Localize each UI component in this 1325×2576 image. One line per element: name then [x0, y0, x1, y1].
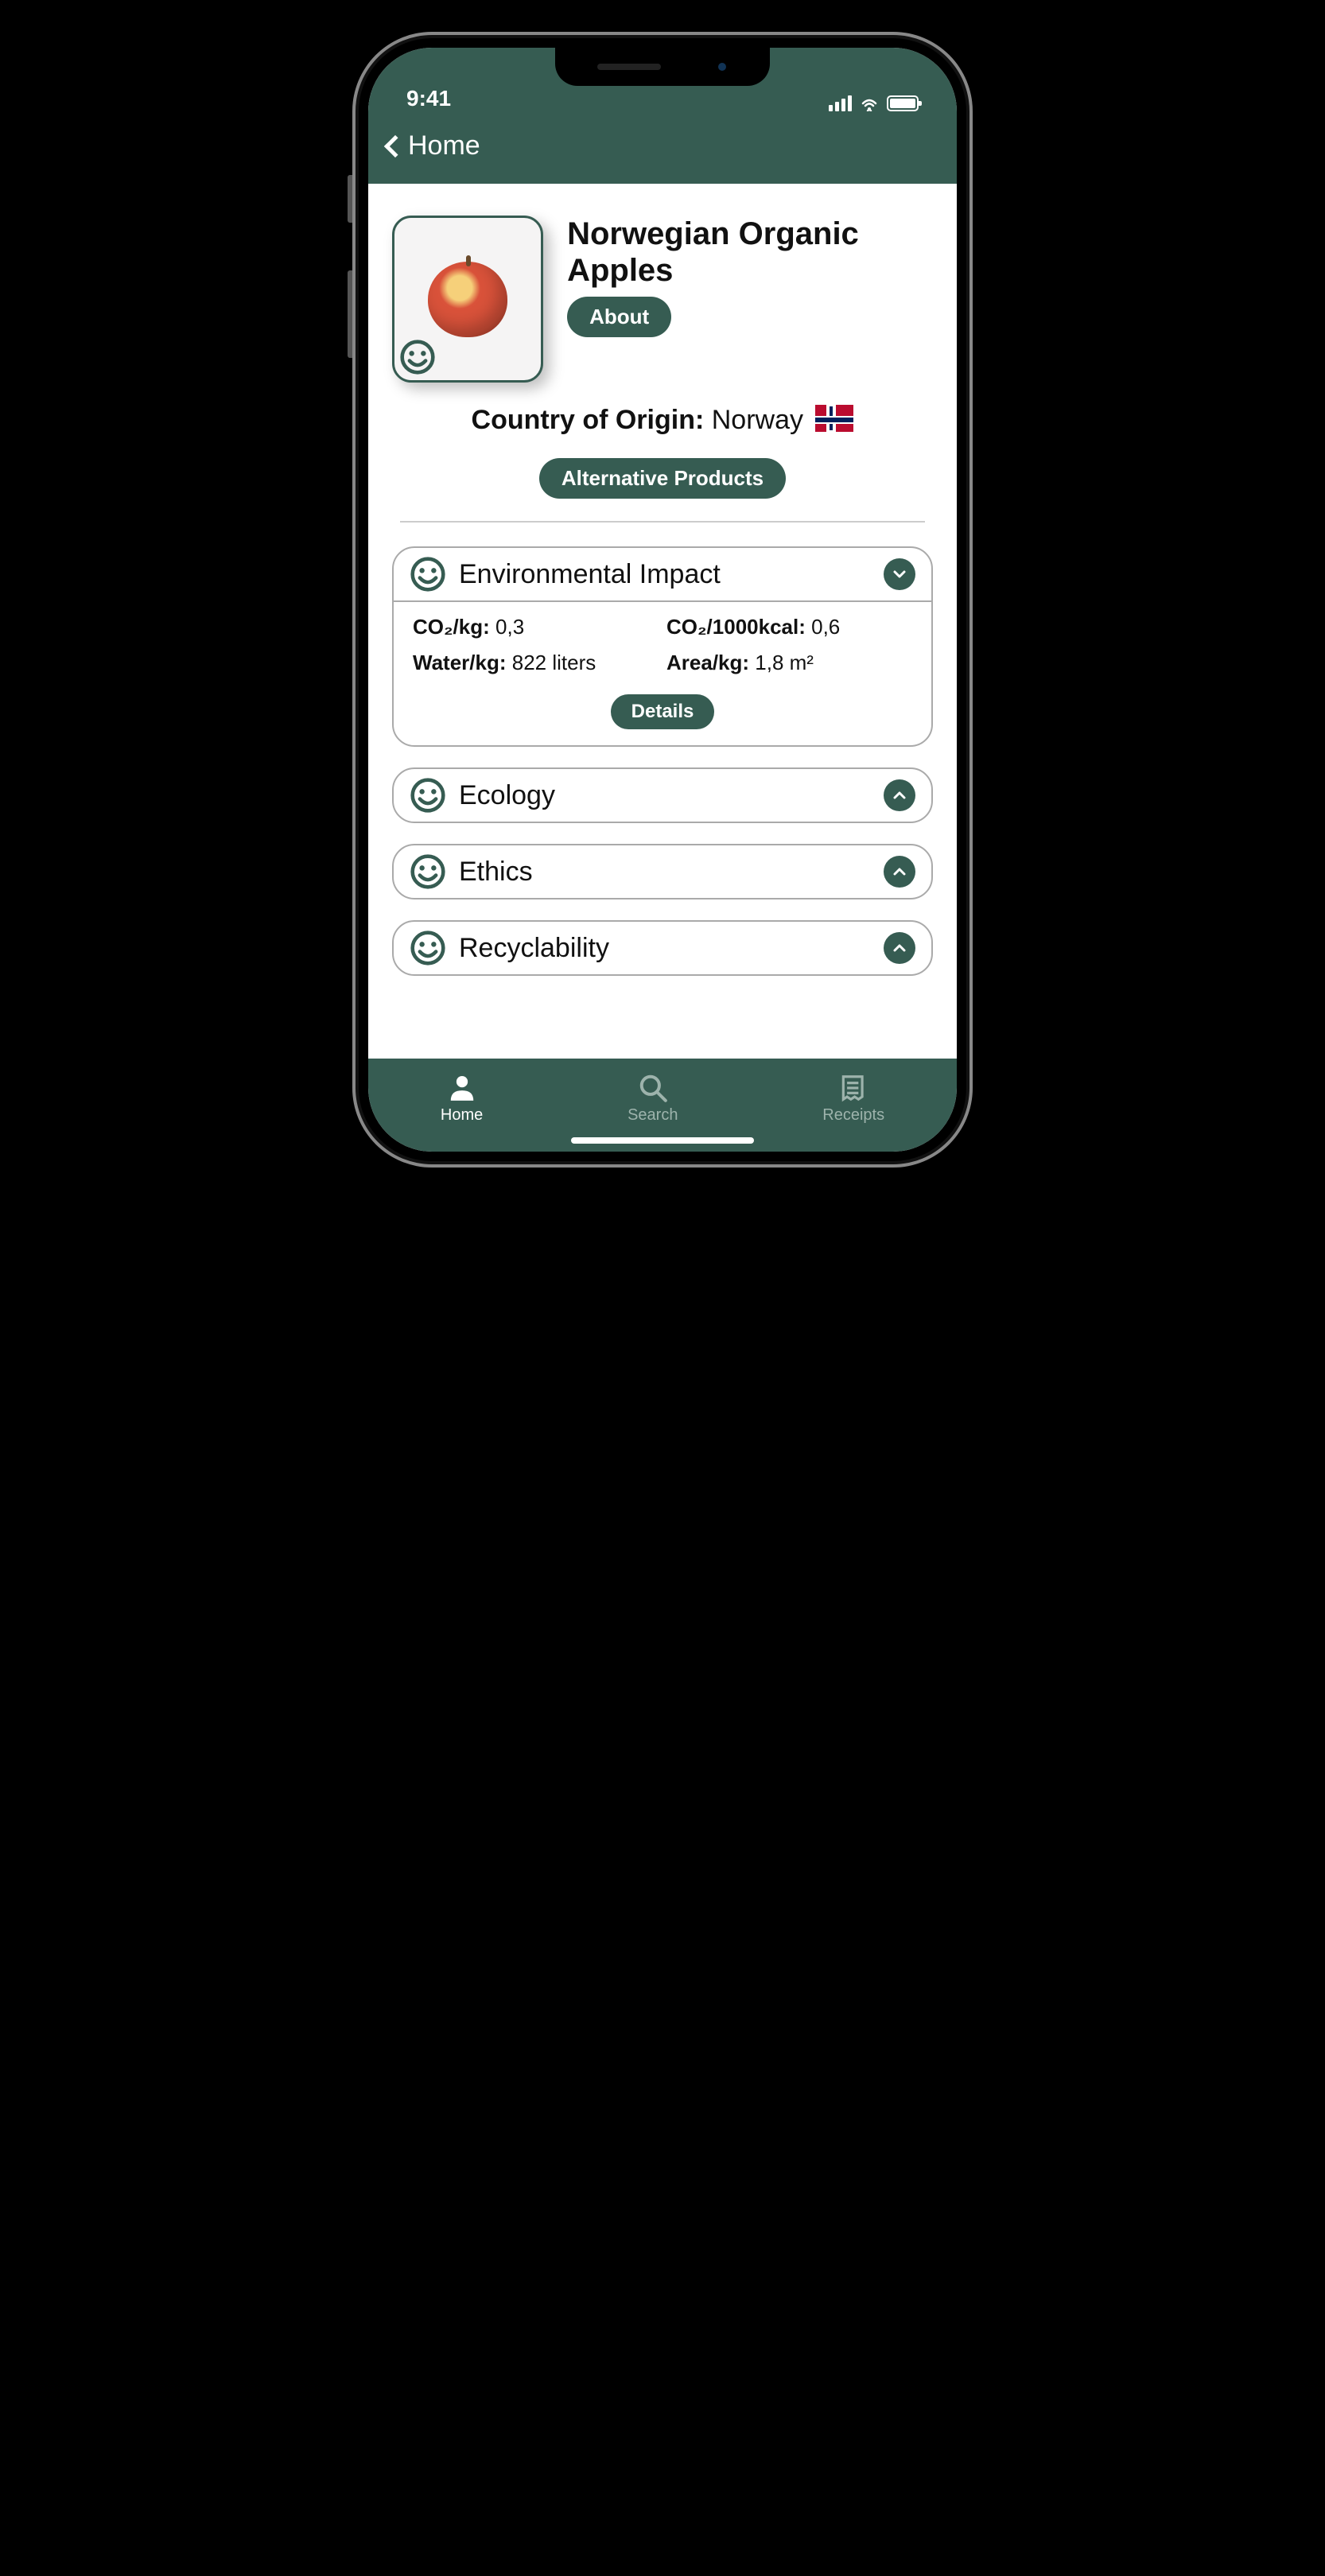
chevron-left-icon	[384, 134, 406, 157]
stat-area: Area/kg: 1,8 m²	[666, 651, 912, 675]
stat-value: 1,8 m²	[755, 651, 814, 674]
section-ethics: Ethics	[392, 844, 933, 899]
tab-label: Home	[441, 1106, 483, 1125]
back-label: Home	[408, 130, 480, 161]
norway-flag-icon	[815, 405, 853, 432]
expand-button[interactable]	[884, 856, 915, 888]
status-icons	[829, 95, 919, 111]
divider	[400, 521, 925, 523]
about-button[interactable]: About	[567, 297, 671, 337]
details-button[interactable]: Details	[611, 694, 715, 729]
wifi-icon	[860, 95, 879, 111]
tab-receipts[interactable]: Receipts	[822, 1073, 884, 1125]
rating-badge	[399, 339, 436, 375]
section-title: Ethics	[459, 857, 871, 888]
stat-value: 822 liters	[512, 651, 596, 674]
search-icon	[638, 1073, 668, 1103]
home-indicator[interactable]	[571, 1137, 754, 1144]
stat-label: Water/kg:	[413, 651, 507, 674]
section-title: Ecology	[459, 780, 871, 811]
product-title-block: Norwegian Organic Apples About	[567, 216, 933, 337]
stat-label: Area/kg:	[666, 651, 749, 674]
content: Norwegian Organic Apples About Country o…	[368, 184, 957, 1059]
status-time: 9:41	[406, 86, 451, 111]
tab-label: Search	[628, 1106, 678, 1125]
origin-label: Country of Origin:	[472, 405, 705, 435]
product-image	[392, 216, 543, 383]
phone-frame: 9:41 Home	[352, 32, 973, 1168]
section-body-environmental: CO₂/kg: 0,3 CO₂/1000kcal: 0,6 Water/kg: …	[394, 602, 931, 745]
tab-label: Receipts	[822, 1106, 884, 1125]
section-header-environmental[interactable]: Environmental Impact	[394, 548, 931, 602]
product-header: Norwegian Organic Apples About	[392, 216, 933, 383]
stat-label: CO₂/1000kcal:	[666, 615, 806, 639]
product-title: Norwegian Organic Apples	[567, 216, 933, 289]
smiley-icon	[399, 339, 436, 375]
cellular-signal-icon	[829, 95, 852, 111]
section-environmental-impact: Environmental Impact CO₂/kg: 0,3	[392, 546, 933, 747]
country-of-origin: Country of Origin: Norway	[392, 405, 933, 436]
alternative-products-button[interactable]: Alternative Products	[539, 458, 786, 499]
receipt-icon	[838, 1073, 868, 1103]
tab-bar: Home Search Receipts	[368, 1059, 957, 1152]
chevron-down-icon	[892, 566, 907, 582]
screen: 9:41 Home	[368, 48, 957, 1152]
stat-value: 0,6	[811, 615, 840, 639]
section-header-ethics[interactable]: Ethics	[394, 845, 931, 898]
section-header-ecology[interactable]: Ecology	[394, 769, 931, 822]
origin-value: Norway	[712, 405, 803, 435]
expand-button[interactable]	[884, 779, 915, 811]
stat-value: 0,3	[495, 615, 524, 639]
chevron-up-icon	[892, 940, 907, 956]
notch	[555, 48, 770, 86]
smiley-icon	[410, 853, 446, 890]
apple-illustration	[428, 262, 507, 337]
stat-label: CO₂/kg:	[413, 615, 490, 639]
battery-icon	[887, 95, 919, 111]
chevron-up-icon	[892, 864, 907, 880]
expand-button[interactable]	[884, 932, 915, 964]
section-ecology: Ecology	[392, 767, 933, 823]
section-recyclability: Recyclability	[392, 920, 933, 976]
collapse-button[interactable]	[884, 558, 915, 590]
stat-co2-kcal: CO₂/1000kcal: 0,6	[666, 615, 912, 639]
smiley-icon	[410, 777, 446, 814]
chevron-up-icon	[892, 787, 907, 803]
nav-bar: Home	[368, 119, 957, 184]
stat-co2-kg: CO₂/kg: 0,3	[413, 615, 659, 639]
tab-search[interactable]: Search	[628, 1073, 678, 1125]
environmental-stats: CO₂/kg: 0,3 CO₂/1000kcal: 0,6 Water/kg: …	[413, 615, 912, 675]
smiley-icon	[410, 556, 446, 593]
section-title: Recyclability	[459, 933, 871, 964]
back-button[interactable]: Home	[387, 130, 480, 161]
smiley-icon	[410, 930, 446, 966]
person-icon	[447, 1073, 477, 1103]
stat-water: Water/kg: 822 liters	[413, 651, 659, 675]
tab-home[interactable]: Home	[441, 1073, 483, 1125]
section-header-recyclability[interactable]: Recyclability	[394, 922, 931, 974]
section-title: Environmental Impact	[459, 559, 871, 590]
